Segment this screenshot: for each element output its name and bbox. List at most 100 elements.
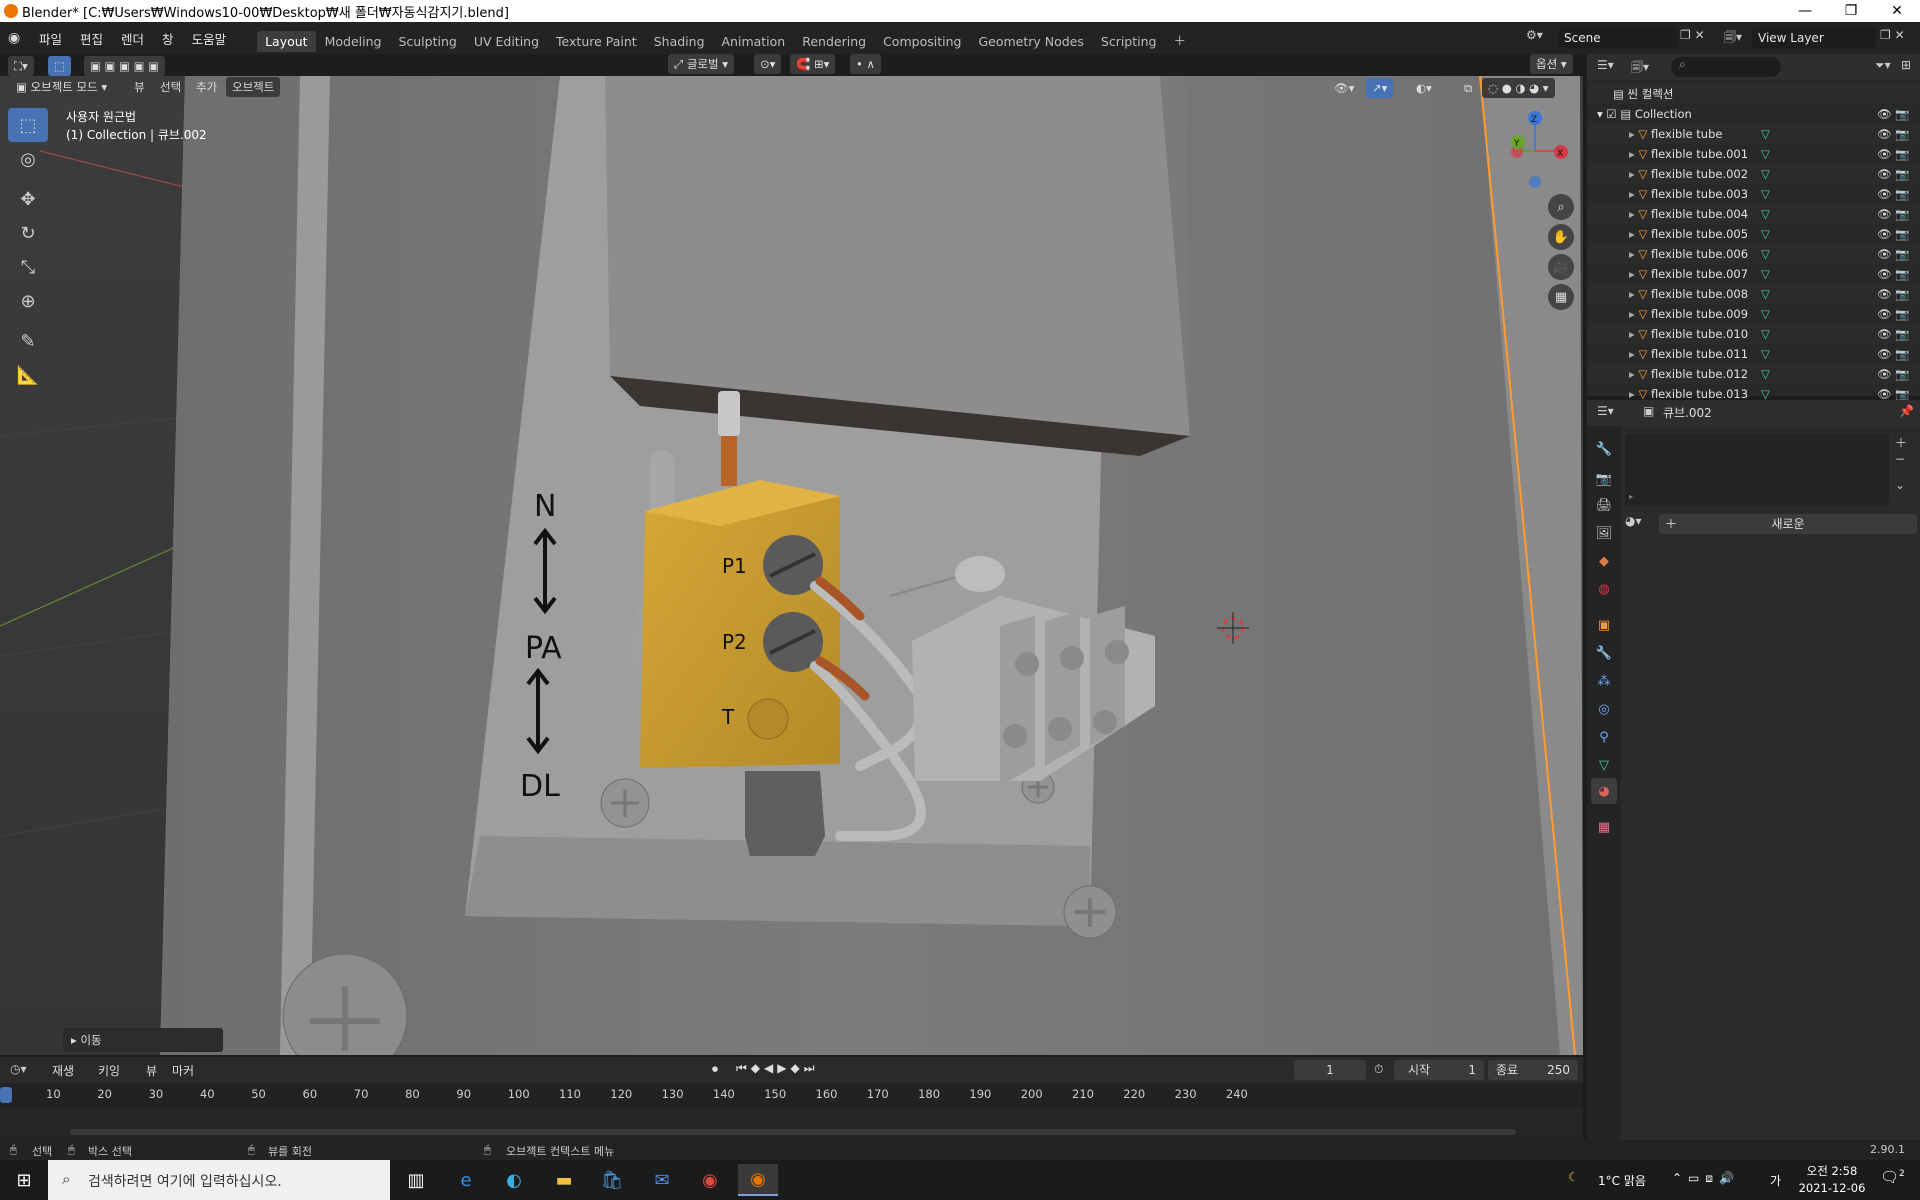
outliner-editor-icon[interactable]: ☰▾ — [1597, 58, 1614, 72]
selection-modes-icon[interactable]: ▣ ▣ ▣ ▣ ▣ — [84, 56, 165, 76]
outliner-item[interactable]: ▸ ▽ flexible tube.009 ▽ 👁 📷 — [1587, 304, 1920, 324]
editor-type-icon[interactable]: ⛶▾ — [8, 56, 34, 76]
ime-indicator[interactable]: 가 — [1770, 1172, 1781, 1189]
visibility-eye-icon[interactable]: 👁 📷 — [1877, 284, 1910, 304]
remove-slot-icon[interactable]: − — [1895, 452, 1905, 466]
material-tab-icon[interactable]: ◕ — [1591, 778, 1617, 804]
playhead[interactable] — [0, 1087, 12, 1103]
tab-sculpting[interactable]: Sculpting — [390, 31, 464, 52]
add-slot-icon[interactable]: ＋ — [1895, 434, 1907, 451]
new-collection-icon[interactable]: ⊞ — [1901, 58, 1911, 72]
annotate-tool-icon[interactable]: ✎ — [8, 324, 48, 358]
minimize-button[interactable]: — — [1782, 0, 1828, 22]
menu-help[interactable]: 도움말 — [183, 29, 236, 48]
stopwatch-icon[interactable]: ⏱ — [1374, 1062, 1383, 1077]
shading-modes-icon[interactable]: ◌ ● ◑ ◕ ▾ — [1482, 78, 1555, 98]
outliner-item[interactable]: ▸ ▽ flexible tube.012 ▽ 👁 📷 — [1587, 364, 1920, 384]
outliner-item[interactable]: ▸ ▽ flexible tube.005 ▽ 👁 📷 — [1587, 224, 1920, 244]
tab-layout[interactable]: Layout — [257, 31, 316, 52]
physics-tab-icon[interactable]: ◎ — [1591, 696, 1617, 722]
start-frame-field[interactable]: 시작 1 — [1394, 1060, 1484, 1080]
outliner-search-input[interactable]: ⌕ — [1671, 57, 1781, 77]
xray-icon[interactable]: ⧉ — [1458, 78, 1478, 98]
ortho-toggle-icon[interactable]: ▦ — [1548, 284, 1574, 310]
menu-object[interactable]: 오브젝트 — [226, 77, 281, 97]
select-mode-icon[interactable]: ⬚ — [48, 56, 71, 76]
blender-menu-icon[interactable]: ◉ — [8, 30, 30, 46]
proportional-edit-icon[interactable]: • ∧ — [850, 54, 881, 74]
visibility-eye-icon[interactable]: 👁 📷 — [1877, 244, 1910, 264]
visibility-eye-icon[interactable]: 👁 📷 — [1877, 164, 1910, 184]
tab-geometry-nodes[interactable]: Geometry Nodes — [970, 31, 1091, 52]
view-layer-tab-icon[interactable]: 🖼 — [1591, 520, 1617, 546]
mail-icon[interactable]: ✉ — [642, 1164, 682, 1196]
select-box-tool-icon[interactable]: ⬚ — [8, 108, 48, 142]
transform-tool-icon[interactable]: ⊕ — [8, 284, 48, 318]
edge-icon[interactable]: ◐ — [494, 1164, 534, 1196]
visibility-eye-icon[interactable]: 👁 📷 — [1877, 144, 1910, 164]
record-icon[interactable]: ⏺ — [712, 1062, 718, 1077]
3d-viewport[interactable]: N PA DL P1 P2 T Z X Y — [0, 76, 1583, 1055]
tab-uv-editing[interactable]: UV Editing — [466, 31, 547, 52]
blender-taskbar-icon[interactable]: ◉ — [738, 1164, 778, 1196]
visibility-eye-icon[interactable]: 👁 📷 — [1877, 324, 1910, 344]
menu-window[interactable]: 창 — [153, 29, 183, 48]
new-material-button[interactable]: ＋ 새로운 — [1659, 514, 1917, 534]
visibility-eye-icon[interactable]: 👁 📷 — [1877, 184, 1910, 204]
outliner-item[interactable]: ▸ ▽ flexible tube.007 ▽ 👁 📷 — [1587, 264, 1920, 284]
visibility-eye-icon[interactable]: 👁 📷 — [1877, 364, 1910, 384]
outliner-item[interactable]: ▸ ▽ flexible tube.006 ▽ 👁 📷 — [1587, 244, 1920, 264]
particles-tab-icon[interactable]: ⁂ — [1591, 668, 1617, 694]
constraints-tab-icon[interactable]: ⚲ — [1591, 724, 1617, 750]
visibility-eye-icon[interactable]: 👁 📷 — [1877, 344, 1910, 364]
timeline-menu-view[interactable]: 뷰 — [146, 1062, 157, 1079]
menu-view[interactable]: 뷰 — [128, 77, 151, 97]
tray-icons[interactable]: ⌃▭⧈🔊 — [1672, 1171, 1740, 1186]
collection-row[interactable]: ▾ ☑ ▤ Collection 👁 📷 — [1587, 104, 1920, 124]
timeline-editor-icon[interactable]: ◷▾ — [10, 1062, 27, 1076]
outliner-item[interactable]: ▸ ▽ flexible tube.010 ▽ 👁 📷 — [1587, 324, 1920, 344]
internet-explorer-icon[interactable]: e — [446, 1164, 486, 1196]
view-layer-icon[interactable]: 🗐▾ — [1724, 28, 1742, 49]
playback-controls-icon[interactable]: ⏮◆◀▶◆⏭ — [736, 1061, 819, 1076]
file-explorer-icon[interactable]: ▬ — [544, 1164, 584, 1196]
timeline-menu-playback[interactable]: 재생 — [52, 1062, 74, 1079]
new-scene-icon[interactable]: ❐ ✕ — [1680, 28, 1705, 42]
options-dropdown[interactable]: 옵션 ▾ — [1530, 54, 1573, 74]
menu-add[interactable]: 추가 — [190, 77, 223, 97]
timeline-scrollbar[interactable] — [70, 1129, 1516, 1135]
outliner-item[interactable]: ▸ ▽ flexible tube.008 ▽ 👁 📷 — [1587, 284, 1920, 304]
outliner-item[interactable]: ▸ ▽ flexible tube.003 ▽ 👁 📷 — [1587, 184, 1920, 204]
timeline-menu-keying[interactable]: 키잉 — [98, 1062, 120, 1079]
scene-collection-row[interactable]: ▤ 씬 컬렉션 — [1587, 84, 1920, 104]
end-frame-field[interactable]: 종료 250 — [1488, 1060, 1578, 1080]
tab-modeling[interactable]: Modeling — [317, 31, 390, 52]
windows-start-icon[interactable]: ⊞ — [4, 1164, 44, 1196]
zoom-icon[interactable]: ⌕ — [1548, 194, 1574, 220]
scene-selector-icon[interactable]: ⚙▾ — [1526, 28, 1554, 48]
properties-editor-icon[interactable]: ☰▾ — [1597, 404, 1614, 418]
list-expand-icon[interactable]: ▸ — [1629, 492, 1633, 501]
timeline-ruler[interactable]: 10 20 30 40 50 60 70 80 90 100 110 120 130 140 150 160 1… — [0, 1083, 1583, 1107]
store-icon[interactable]: 🛍 — [592, 1164, 632, 1196]
modifier-tab-icon[interactable]: 🔧 — [1591, 640, 1617, 666]
scene-name-field[interactable]: Scene — [1558, 28, 1678, 48]
camera-view-icon[interactable]: 🎥 — [1548, 254, 1574, 280]
mode-selector[interactable]: ▣ 오브젝트 모드 ▾ — [10, 77, 114, 97]
clock-date[interactable]: 2021-12-06 — [1794, 1181, 1870, 1195]
snap-icon[interactable]: 🧲 ⊞▾ — [790, 54, 836, 74]
visibility-eye-icon[interactable]: 👁 📷 — [1877, 264, 1910, 284]
measure-tool-icon[interactable]: 📐 — [8, 358, 48, 392]
cursor-tool-icon[interactable]: ◎ — [8, 142, 48, 176]
mesh-data-tab-icon[interactable]: ▽ — [1591, 752, 1617, 778]
outliner-item[interactable]: ▸ ▽ flexible tube.002 ▽ 👁 📷 — [1587, 164, 1920, 184]
menu-file[interactable]: 파일 — [30, 29, 71, 48]
operator-panel[interactable]: ▸ 이동 — [63, 1028, 223, 1052]
pan-hand-icon[interactable]: ✋ — [1548, 224, 1574, 250]
visibility-eye-icon[interactable]: 👁 📷 — [1877, 204, 1910, 224]
close-button[interactable]: ✕ — [1874, 0, 1920, 22]
chrome-icon[interactable]: ◉ — [690, 1164, 730, 1196]
restore-button[interactable]: ❐ — [1828, 0, 1874, 22]
world-tab-icon[interactable]: ◍ — [1591, 576, 1617, 602]
view-layer-field[interactable]: View Layer — [1752, 28, 1876, 48]
